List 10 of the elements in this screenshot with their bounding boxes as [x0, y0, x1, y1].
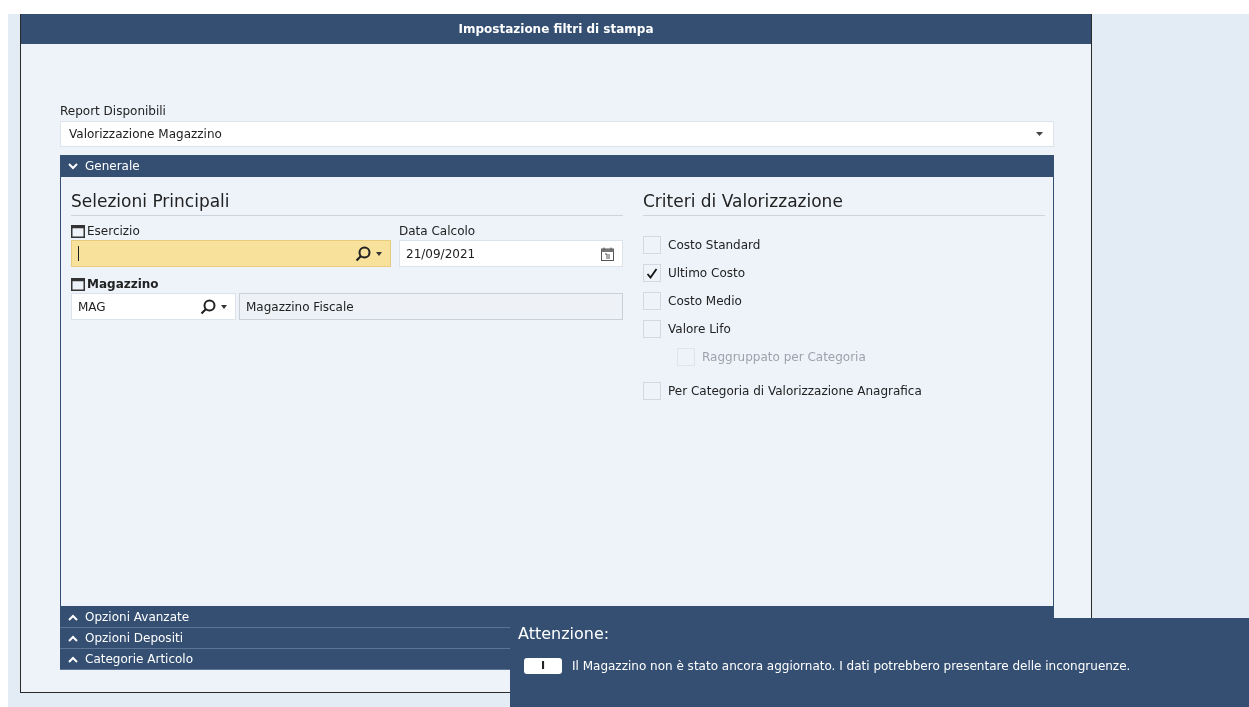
info-badge: I: [524, 658, 562, 674]
group-title: Criteri di Valorizzazione: [643, 191, 1045, 216]
field-label: Esercizio: [87, 224, 140, 238]
notification-message: Il Magazzino non è stato ancora aggiornato. I dati potrebbero presentare delle incongruenze.: [572, 659, 1131, 673]
description-field: Magazzino Fiscale: [239, 293, 623, 320]
window-title: Impostazione filtri di stampa: [21, 14, 1091, 44]
field-label: Report Disponibili: [60, 104, 167, 118]
group-title: Selezioni Principali: [71, 191, 623, 216]
field-label: Data Calcolo: [399, 224, 476, 238]
field-label: Magazzino: [87, 277, 159, 291]
